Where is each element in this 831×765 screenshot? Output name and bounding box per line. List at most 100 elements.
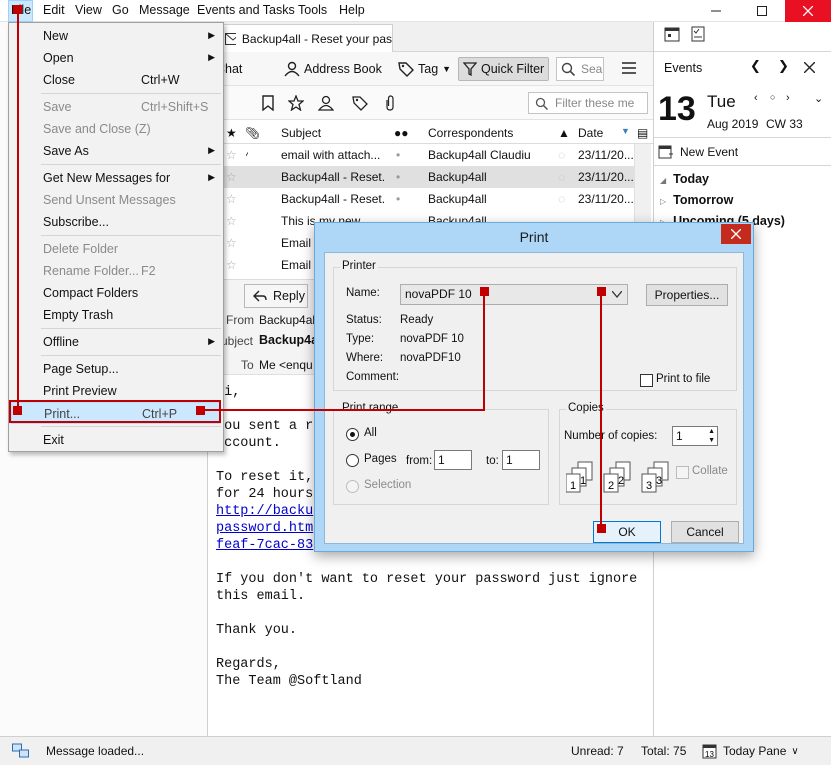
menu-message[interactable]: Message <box>139 3 190 17</box>
column-star[interactable]: ★ <box>226 126 237 140</box>
today-circle-button[interactable]: ○ <box>770 92 775 102</box>
menu-item-rename-folder[interactable]: Rename Folder... F2 <box>11 260 221 282</box>
to-input[interactable]: 1 <box>502 450 540 470</box>
menu-item-print[interactable]: Print... Ctrl+P <box>11 402 221 424</box>
menu-item-new[interactable]: New ▶ <box>11 25 221 47</box>
agenda-today[interactable]: ◢ Today <box>660 172 709 186</box>
quick-filter-button[interactable]: Quick Filter <box>458 57 550 81</box>
menu-tools[interactable]: Tools <box>298 3 327 17</box>
menu-help[interactable]: Help <box>339 3 365 17</box>
menu-item-send-unsent[interactable]: Send Unsent Messages <box>11 189 221 211</box>
tag-icon[interactable] <box>352 95 368 111</box>
tag-button[interactable]: Tag ▼ <box>394 57 455 81</box>
menu-item-empty-trash[interactable]: Empty Trash <box>11 304 221 326</box>
read-dot-icon[interactable]: • <box>396 148 400 162</box>
star-icon[interactable]: ☆ <box>226 192 237 206</box>
chevron-down-icon[interactable]: ⌄ <box>814 92 823 105</box>
ok-button[interactable]: OK <box>593 521 661 543</box>
column-junk[interactable]: ▲ <box>558 126 570 140</box>
reset-link[interactable]: feaf-7cac-83 <box>216 537 313 554</box>
column-read[interactable]: ●● <box>394 126 409 140</box>
star-icon[interactable]: ☆ <box>226 236 237 250</box>
column-correspondents[interactable]: Correspondents <box>428 126 513 140</box>
new-event-button[interactable]: New Event <box>658 142 828 162</box>
junk-icon[interactable]: ◌ <box>558 170 565 184</box>
menu-item-delete-folder[interactable]: Delete Folder <box>11 238 221 260</box>
today-pane-next-button[interactable]: ❯ <box>778 58 789 74</box>
print-to-file-checkbox[interactable] <box>640 374 653 387</box>
range-selection-radio[interactable] <box>346 480 359 493</box>
bookmark-icon[interactable] <box>262 95 274 111</box>
reset-link[interactable]: http://backu <box>216 503 313 520</box>
search-input[interactable]: Sea <box>556 57 604 81</box>
tab-message[interactable]: Backup4all - Reset your pas <box>218 24 393 52</box>
maximize-button[interactable] <box>739 0 785 22</box>
menu-go[interactable]: Go <box>112 3 129 17</box>
menu-item-compact-folders[interactable]: Compact Folders <box>11 282 221 304</box>
thread-row-selected[interactable]: ☆ Backup4all - Reset... • Backup4all ◌ 2… <box>208 166 634 188</box>
calendar-icon[interactable] <box>664 26 680 42</box>
today-pane-toggle[interactable]: 13 Today Pane ∨ <box>702 740 806 762</box>
copies-input[interactable]: 1 ▲ ▼ <box>672 426 718 446</box>
cancel-button[interactable]: Cancel <box>671 521 739 543</box>
print-dialog-close-button[interactable] <box>721 224 751 244</box>
printer-name-select[interactable]: novaPDF 10 <box>400 284 628 305</box>
agenda-tomorrow[interactable]: ▷ Tomorrow <box>660 193 733 207</box>
attachment-icon[interactable] <box>384 95 396 111</box>
to-value[interactable]: Me <enqu <box>259 358 313 372</box>
close-icon[interactable] <box>804 62 815 73</box>
svg-text:2: 2 <box>618 475 624 487</box>
window-close-button[interactable] <box>785 0 831 22</box>
column-attachment[interactable]: 📎︎ <box>245 126 260 140</box>
menu-item-offline[interactable]: Offline ▶ <box>11 331 221 353</box>
range-pages-radio[interactable] <box>346 454 359 467</box>
address-book-button[interactable]: Address Book <box>280 57 386 81</box>
menu-item-exit[interactable]: Exit <box>11 429 221 451</box>
junk-icon[interactable]: ◌ <box>558 192 565 206</box>
junk-icon[interactable]: ◌ <box>558 148 565 162</box>
menu-item-open[interactable]: Open ▶ <box>11 47 221 69</box>
menu-file[interactable]: File <box>11 3 31 17</box>
tasks-icon[interactable] <box>690 26 706 42</box>
menu-item-save-and-close[interactable]: Save and Close (Z) <box>11 118 221 140</box>
read-dot-icon[interactable]: • <box>396 192 400 206</box>
reset-link[interactable]: password.htm <box>216 520 313 537</box>
print-to-file-label: Print to file <box>656 373 711 385</box>
menu-item-save[interactable]: Save Ctrl+Shift+S <box>11 96 221 118</box>
star-icon[interactable]: ☆ <box>226 148 237 162</box>
star-icon[interactable]: ☆ <box>226 214 237 228</box>
properties-button[interactable]: Properties... <box>646 284 728 306</box>
contact-icon[interactable] <box>318 95 334 111</box>
read-dot-icon[interactable]: • <box>396 170 400 184</box>
network-status-icon[interactable] <box>12 743 30 759</box>
column-date[interactable]: Date <box>578 126 603 140</box>
from-input[interactable]: 1 <box>434 450 472 470</box>
menu-item-subscribe[interactable]: Subscribe... <box>11 211 221 233</box>
from-value[interactable]: Backup4all <box>259 313 318 327</box>
star-icon[interactable] <box>288 95 304 111</box>
minimize-button[interactable] <box>693 0 739 22</box>
collate-checkbox[interactable] <box>676 466 689 479</box>
hamburger-menu-icon[interactable] <box>622 62 636 74</box>
column-subject[interactable]: Subject <box>281 126 321 140</box>
star-icon[interactable]: ☆ <box>226 170 237 184</box>
today-pane-prev-button[interactable]: ❮ <box>750 58 761 74</box>
today-prev-day-button[interactable]: ‹ <box>754 92 758 104</box>
thread-row[interactable]: ☆ ∕ email with attach... • Backup4all Cl… <box>208 144 634 166</box>
spinner-icon[interactable]: ▲ ▼ <box>708 427 715 445</box>
today-next-day-button[interactable]: › <box>786 92 790 104</box>
menu-view[interactable]: View <box>75 3 102 17</box>
menu-item-get-new-messages[interactable]: Get New Messages for ▶ <box>11 167 221 189</box>
range-all-radio[interactable] <box>346 428 359 441</box>
menu-item-save-as[interactable]: Save As ▶ <box>11 140 221 162</box>
thread-row[interactable]: ☆ Backup4all - Reset... • Backup4all ◌ 2… <box>208 188 634 210</box>
star-icon[interactable]: ☆ <box>226 258 237 272</box>
menu-item-print-preview[interactable]: Print Preview <box>11 380 221 402</box>
menu-item-page-setup[interactable]: Page Setup... <box>11 358 221 380</box>
column-picker-icon[interactable]: ▤ <box>637 126 648 140</box>
reply-button[interactable]: Reply <box>244 284 308 308</box>
menu-edit[interactable]: Edit <box>43 3 65 17</box>
filter-messages-input[interactable]: Filter these me <box>528 92 648 114</box>
menu-events-and-tasks[interactable]: Events and Tasks <box>197 3 295 17</box>
menu-item-close[interactable]: Close Ctrl+W <box>11 69 221 91</box>
